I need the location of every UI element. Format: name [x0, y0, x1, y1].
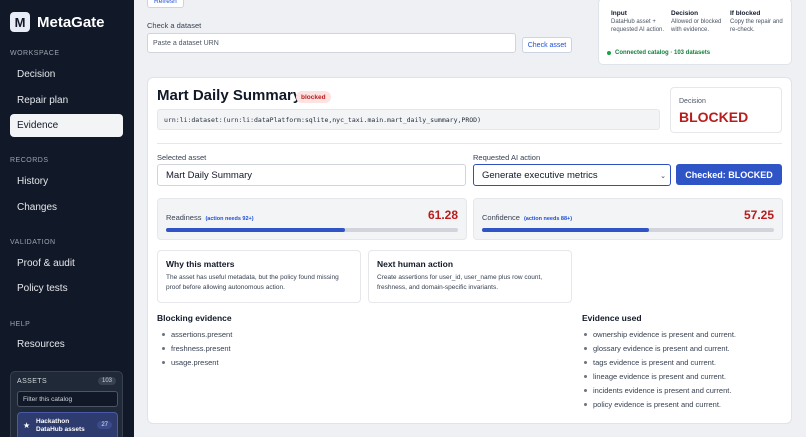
list-item: policy evidence is present and current.: [584, 397, 736, 411]
confidence-value: 57.25: [743, 208, 774, 222]
sidebar-item-proof-audit[interactable]: Proof & audit: [10, 252, 123, 275]
list-item: glossary evidence is present and current…: [584, 341, 736, 355]
legend-input: Input DataHub asset + requested AI actio…: [611, 10, 666, 34]
legend-if-blocked-text: Copy the repair and re-check.: [730, 19, 783, 33]
how-it-works-panel: Input DataHub asset + requested AI actio…: [598, 0, 792, 65]
assets-panel: ASSETS 103 Filter this catalog ★ Hackath…: [10, 371, 123, 437]
confidence-metric: Confidence (action needs 88+) 57.25: [473, 198, 783, 240]
readiness-metric: Readiness (action needs 92+) 61.28: [157, 198, 467, 240]
list-item: tags evidence is present and current.: [584, 355, 736, 369]
why-this-matters-card: Why this matters The asset has useful me…: [157, 250, 361, 303]
legend-if-blocked: If blocked Copy the repair and re-check.: [730, 10, 785, 34]
legend-if-blocked-title: If blocked: [730, 10, 761, 17]
readiness-label: Readiness: [166, 213, 202, 222]
requested-action-value: Generate executive metrics: [482, 169, 598, 181]
refresh-button[interactable]: Refresh: [147, 0, 184, 8]
readiness-bar: [166, 228, 458, 232]
selected-asset-select[interactable]: Mart Daily Summary: [157, 164, 466, 186]
sidebar-item-decision[interactable]: Decision: [10, 63, 123, 86]
divider: [157, 143, 782, 144]
sidebar-item-repair-plan[interactable]: Repair plan: [10, 89, 123, 112]
assets-count-badge: 103: [97, 377, 116, 385]
star-icon: ★: [23, 421, 31, 430]
list-item: assertions.present: [162, 327, 232, 341]
selected-asset-value: Mart Daily Summary: [166, 169, 253, 181]
confidence-threshold: (action needs 88+): [523, 216, 573, 222]
confidence-label: Confidence: [482, 213, 520, 222]
app-name: MetaGate: [37, 13, 105, 31]
sidebar-item-changes[interactable]: Changes: [10, 196, 123, 219]
decision-label: Decision: [679, 98, 706, 105]
asset-group-count: 27: [97, 421, 112, 429]
confidence-bar: [482, 228, 774, 232]
selected-asset-label: Selected asset: [157, 153, 207, 162]
chevron-down-icon: ⌄: [660, 173, 666, 180]
asset-group-name: Hackathon DataHub assets: [36, 418, 85, 433]
next-human-action-card: Next human action Create assertions for …: [368, 250, 572, 303]
list-item: incidents evidence is present and curren…: [584, 383, 736, 397]
blocking-evidence-title: Blocking evidence: [157, 313, 232, 323]
requested-action-label: Requested AI action: [473, 153, 541, 162]
blocking-evidence-list: assertions.present freshness.present usa…: [162, 327, 232, 369]
assets-heading: ASSETS: [17, 378, 48, 385]
readiness-value: 61.28: [427, 208, 458, 222]
connection-status: Connected catalog · 103 datasets: [607, 50, 710, 56]
why-title: Why this matters: [166, 259, 235, 269]
check-dataset-label: Check a dataset: [147, 21, 202, 30]
dataset-urn-input[interactable]: Paste a dataset URN: [147, 33, 516, 53]
legend-decision-title: Decision: [671, 10, 699, 17]
status-dot-icon: [607, 51, 611, 55]
list-item: lineage evidence is present and current.: [584, 369, 736, 383]
sidebar-item-resources[interactable]: Resources: [10, 333, 123, 356]
checked-status-button[interactable]: Checked: BLOCKED: [676, 164, 782, 185]
next-action-text: Create assertions for user_id, user_name…: [377, 274, 543, 291]
page-title: Mart Daily Summary: [157, 87, 302, 104]
why-text: The asset has useful metadata, but the p…: [166, 274, 339, 291]
confidence-bar-fill: [482, 228, 650, 232]
brand[interactable]: M MetaGate: [10, 12, 105, 32]
asset-group-card[interactable]: ★ Hackathon DataHub assets 27: [17, 412, 118, 437]
check-asset-button[interactable]: Check asset: [522, 37, 572, 53]
legend-decision: Decision Allowed or blocked with evidenc…: [671, 10, 726, 34]
section-help: HELP: [10, 321, 31, 328]
list-item: ownership evidence is present and curren…: [584, 327, 736, 341]
decision-value: BLOCKED: [679, 109, 749, 125]
requested-action-select[interactable]: Generate executive metrics ⌄: [473, 164, 671, 186]
sidebar-item-history[interactable]: History: [10, 170, 123, 193]
legend-input-title: Input: [611, 10, 627, 17]
evidence-used-list: ownership evidence is present and curren…: [584, 327, 736, 411]
connection-status-text: Connected catalog · 103 datasets: [615, 50, 711, 56]
readiness-threshold: (action needs 92+): [205, 216, 254, 222]
sidebar-item-policy-tests[interactable]: Policy tests: [10, 277, 123, 300]
readiness-bar-fill: [166, 228, 345, 232]
list-item: freshness.present: [162, 341, 232, 355]
next-action-title: Next human action: [377, 259, 454, 269]
status-badge: blocked: [296, 91, 331, 103]
list-item: usage.present: [162, 355, 232, 369]
dataset-urn-display: urn:li:dataset:(urn:li:dataPlatform:sqli…: [157, 109, 660, 130]
section-records: RECORDS: [10, 157, 49, 164]
sidebar: M MetaGate WORKSPACE Decision Repair pla…: [0, 0, 134, 437]
section-validation: VALIDATION: [10, 239, 56, 246]
sidebar-item-evidence[interactable]: Evidence: [10, 114, 123, 137]
decision-box: Decision BLOCKED: [670, 87, 782, 133]
metagate-logo-icon: M: [10, 12, 30, 32]
section-workspace: WORKSPACE: [10, 50, 60, 57]
evidence-used-title: Evidence used: [582, 313, 642, 323]
legend-decision-text: Allowed or blocked with evidence.: [671, 19, 722, 33]
legend-input-text: DataHub asset + requested AI action.: [611, 19, 665, 33]
catalog-filter-input[interactable]: Filter this catalog: [17, 391, 118, 407]
